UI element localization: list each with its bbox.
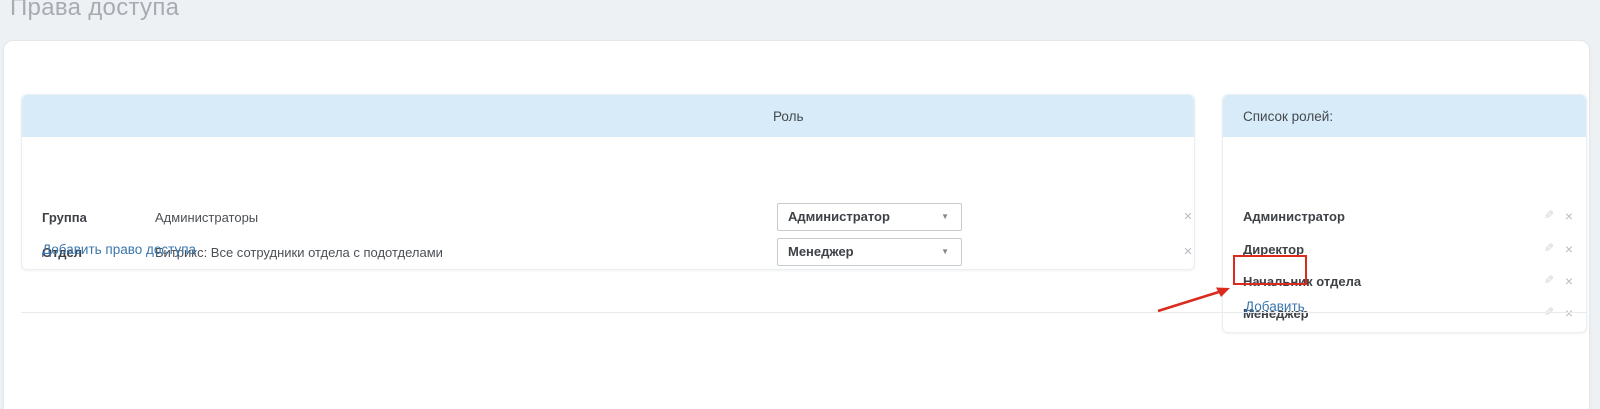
role-column-header: Роль: [773, 109, 804, 124]
role-select-value: Менеджер: [788, 244, 854, 259]
role-list-item: Начальник отдела ✎ ×: [1223, 273, 1586, 293]
page-title: Права доступа: [10, 0, 179, 22]
role-list-item: Директор ✎ ×: [1223, 241, 1586, 261]
remove-access-row-button[interactable]: ×: [1179, 243, 1197, 261]
access-row: Отдел Битрикс: Все сотрудники отдела с п…: [22, 238, 1194, 266]
role-name: Директор: [1243, 242, 1304, 257]
edit-role-icon[interactable]: ✎: [1541, 208, 1557, 226]
edit-role-icon[interactable]: ✎: [1541, 241, 1557, 259]
roles-list-header: Список ролей:: [1223, 95, 1586, 137]
role-select[interactable]: Администратор ▼: [777, 203, 962, 231]
add-access-right-link[interactable]: Добавить право доступа: [42, 242, 196, 257]
role-name: Начальник отдела: [1243, 274, 1361, 289]
delete-role-icon[interactable]: ×: [1561, 208, 1577, 226]
roles-list-panel: Список ролей: Администратор ✎ × Директор…: [1222, 94, 1587, 333]
role-select-value: Администратор: [788, 209, 890, 224]
role-name: Администратор: [1243, 209, 1345, 224]
role-select[interactable]: Менеджер ▼: [777, 238, 962, 266]
access-rights-header: Роль: [22, 95, 1194, 137]
chevron-down-icon: ▼: [941, 248, 949, 256]
role-list-item: Администратор ✎ ×: [1223, 208, 1586, 228]
access-row-type: Группа: [42, 210, 87, 225]
access-row-entity: Битрикс: Все сотрудники отдела с подотде…: [155, 245, 443, 260]
access-row: Группа Администраторы Администратор ▼ ×: [22, 203, 1194, 231]
delete-role-icon[interactable]: ×: [1561, 241, 1577, 259]
roles-list-title: Список ролей:: [1243, 109, 1333, 124]
chevron-down-icon: ▼: [941, 213, 949, 221]
content-card: Роль Группа Администраторы Администратор…: [3, 40, 1590, 409]
delete-role-icon[interactable]: ×: [1561, 305, 1577, 323]
delete-role-icon[interactable]: ×: [1561, 273, 1577, 291]
edit-role-icon[interactable]: ✎: [1541, 273, 1557, 291]
remove-access-row-button[interactable]: ×: [1179, 208, 1197, 226]
access-rights-panel: Роль Группа Администраторы Администратор…: [21, 94, 1195, 270]
divider: [21, 312, 1587, 313]
edit-role-icon[interactable]: ✎: [1541, 305, 1557, 323]
access-row-entity: Администраторы: [155, 210, 258, 225]
